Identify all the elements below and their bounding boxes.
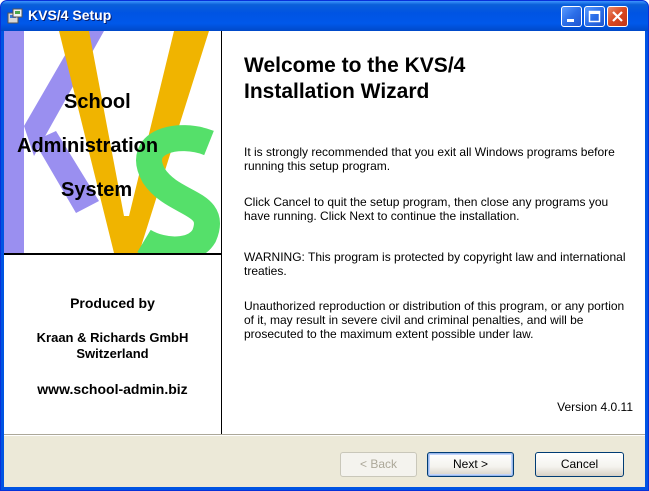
company-website: www.school-admin.biz — [37, 381, 188, 397]
setup-app-icon — [7, 8, 23, 24]
company-country: Switzerland — [76, 346, 149, 361]
maximize-icon — [588, 10, 601, 23]
setup-window: KVS/4 Setup School Administration System… — [0, 0, 649, 491]
logo-line-administration: Administration — [17, 135, 159, 157]
title-bar[interactable]: KVS/4 Setup — [1, 1, 648, 31]
minimize-icon — [567, 19, 574, 22]
cancel-button[interactable]: Cancel — [535, 452, 624, 477]
back-button[interactable]: < Back — [340, 452, 417, 477]
maximize-button[interactable] — [584, 6, 605, 27]
instructions-paragraph: Click Cancel to quit the setup program, … — [244, 195, 609, 223]
window-title: KVS/4 Setup — [28, 7, 112, 23]
company-name: Kraan & Richards GmbH — [36, 330, 189, 345]
button-separator — [4, 434, 645, 436]
page-title-line-1: Welcome to the KVS/4 — [244, 54, 466, 77]
logo-line-system: System — [61, 179, 133, 201]
copyright-warning-paragraph: WARNING: This program is protected by co… — [244, 250, 626, 278]
page-title: Welcome to the KVS/4 Installation Wizard — [244, 53, 634, 105]
minimize-button[interactable] — [561, 6, 582, 27]
produced-by-label: Produced by — [70, 295, 155, 311]
version-label: Version 4.0.11 — [557, 400, 633, 414]
wizard-content: Welcome to the KVS/4 Installation Wizard… — [222, 31, 645, 434]
next-button[interactable]: Next > — [427, 452, 514, 477]
wizard-sidebar: School Administration System Produced by… — [4, 31, 222, 434]
kvs-logo: School Administration System — [4, 31, 221, 255]
page-title-line-2: Installation Wizard — [244, 80, 430, 103]
wizard-client-area: School Administration System Produced by… — [4, 31, 645, 487]
legal-notice-paragraph: Unauthorized reproduction or distributio… — [244, 299, 625, 341]
logo-line-school: School — [64, 91, 131, 113]
intro-paragraph: It is strongly recommended that you exit… — [244, 145, 615, 173]
close-button[interactable] — [607, 6, 628, 27]
close-icon — [612, 11, 623, 22]
